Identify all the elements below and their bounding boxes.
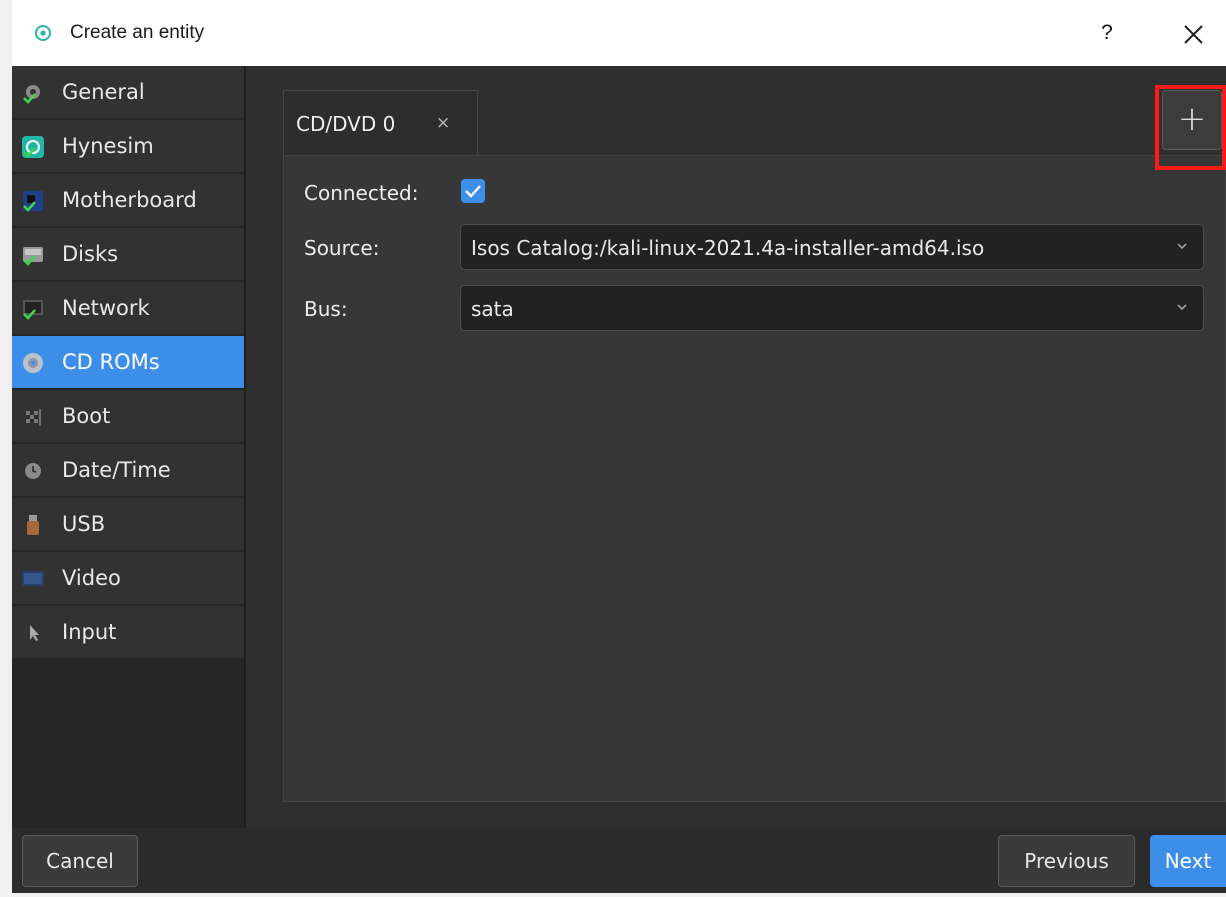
- source-value: Isos Catalog:/kali-linux-2021.4a-install…: [471, 236, 985, 260]
- gear-icon: [23, 85, 40, 104]
- sidebar-item-label: Disks: [62, 242, 119, 266]
- sidebar-item-label: Boot: [62, 404, 111, 428]
- sidebar-item-motherboard[interactable]: Motherboard: [12, 174, 244, 227]
- sidebar-item-label: USB: [62, 512, 106, 536]
- cd-rom-panel: CD/DVD 0 × + Connected: Source: Isos Cat…: [246, 66, 1226, 828]
- sidebar-item-cd-roms[interactable]: CD ROMs: [12, 336, 244, 389]
- window-frame-bottom: [0, 893, 1226, 897]
- bus-select[interactable]: sata: [460, 285, 1204, 331]
- connected-checkbox[interactable]: [461, 179, 485, 203]
- checkmark-icon: [465, 185, 481, 198]
- sidebar-item-label: Input: [62, 620, 117, 644]
- sidebar-item-boot[interactable]: Boot: [12, 390, 244, 443]
- hynesim-icon: [22, 136, 44, 158]
- bus-value: sata: [471, 297, 514, 321]
- source-label: Source:: [304, 236, 380, 260]
- close-icon[interactable]: [1176, 18, 1210, 52]
- cancel-label: Cancel: [46, 849, 114, 873]
- sidebar-item-input[interactable]: Input: [12, 606, 244, 659]
- sidebar-item-label: Motherboard: [62, 188, 197, 212]
- chevron-down-icon: [1177, 304, 1187, 311]
- chevron-down-icon: [1177, 243, 1187, 250]
- cursor-icon: [30, 625, 39, 641]
- checkered-flag-icon: [26, 409, 41, 426]
- previous-button[interactable]: Previous: [998, 835, 1135, 887]
- sidebar-item-disks[interactable]: Disks: [12, 228, 244, 281]
- add-button-highlight: [1155, 85, 1226, 170]
- sidebar-item-label: General: [62, 80, 145, 104]
- title-bar: Create an entity ?: [12, 0, 1226, 66]
- next-label: Next: [1164, 849, 1212, 873]
- dialog-footer: Cancel Previous Next: [12, 828, 1226, 893]
- usb-icon: [27, 515, 39, 535]
- clock-icon: [25, 463, 41, 479]
- sidebar-item-label: Hynesim: [62, 134, 154, 158]
- app-logo-icon: [34, 24, 52, 42]
- tab-close-icon[interactable]: ×: [436, 113, 450, 133]
- disk-icon: [23, 247, 43, 266]
- cancel-button[interactable]: Cancel: [22, 835, 138, 887]
- previous-label: Previous: [1024, 849, 1109, 873]
- sidebar-item-label: Video: [62, 566, 121, 590]
- sidebar-item-general[interactable]: General: [12, 66, 244, 119]
- sidebar-item-label: Date/Time: [62, 458, 171, 482]
- window-frame-left: [0, 0, 12, 897]
- bus-label: Bus:: [304, 297, 348, 321]
- sidebar-item-network[interactable]: Network: [12, 282, 244, 335]
- sidebar-item-date-time[interactable]: Date/Time: [12, 444, 244, 497]
- sidebar: General Hynesim Motherboard Disks Networ…: [12, 66, 244, 828]
- window-title: Create an entity: [70, 22, 205, 43]
- motherboard-icon: [23, 191, 43, 212]
- sidebar-item-label: CD ROMs: [62, 350, 160, 374]
- connected-label: Connected:: [304, 181, 419, 205]
- network-icon: [23, 300, 43, 320]
- tab-label: CD/DVD 0: [296, 112, 396, 136]
- sidebar-item-hynesim[interactable]: Hynesim: [12, 120, 244, 173]
- cd-icon: [23, 353, 43, 373]
- tab-cd-dvd-0[interactable]: CD/DVD 0 ×: [283, 90, 478, 155]
- source-select[interactable]: Isos Catalog:/kali-linux-2021.4a-install…: [460, 224, 1204, 270]
- next-button[interactable]: Next: [1150, 835, 1226, 887]
- help-button[interactable]: ?: [1092, 18, 1122, 48]
- dialog-body: General Hynesim Motherboard Disks Networ…: [12, 66, 1226, 893]
- sidebar-item-video[interactable]: Video: [12, 552, 244, 605]
- monitor-icon: [22, 571, 44, 586]
- sidebar-item-label: Network: [62, 296, 150, 320]
- sidebar-item-usb[interactable]: USB: [12, 498, 244, 551]
